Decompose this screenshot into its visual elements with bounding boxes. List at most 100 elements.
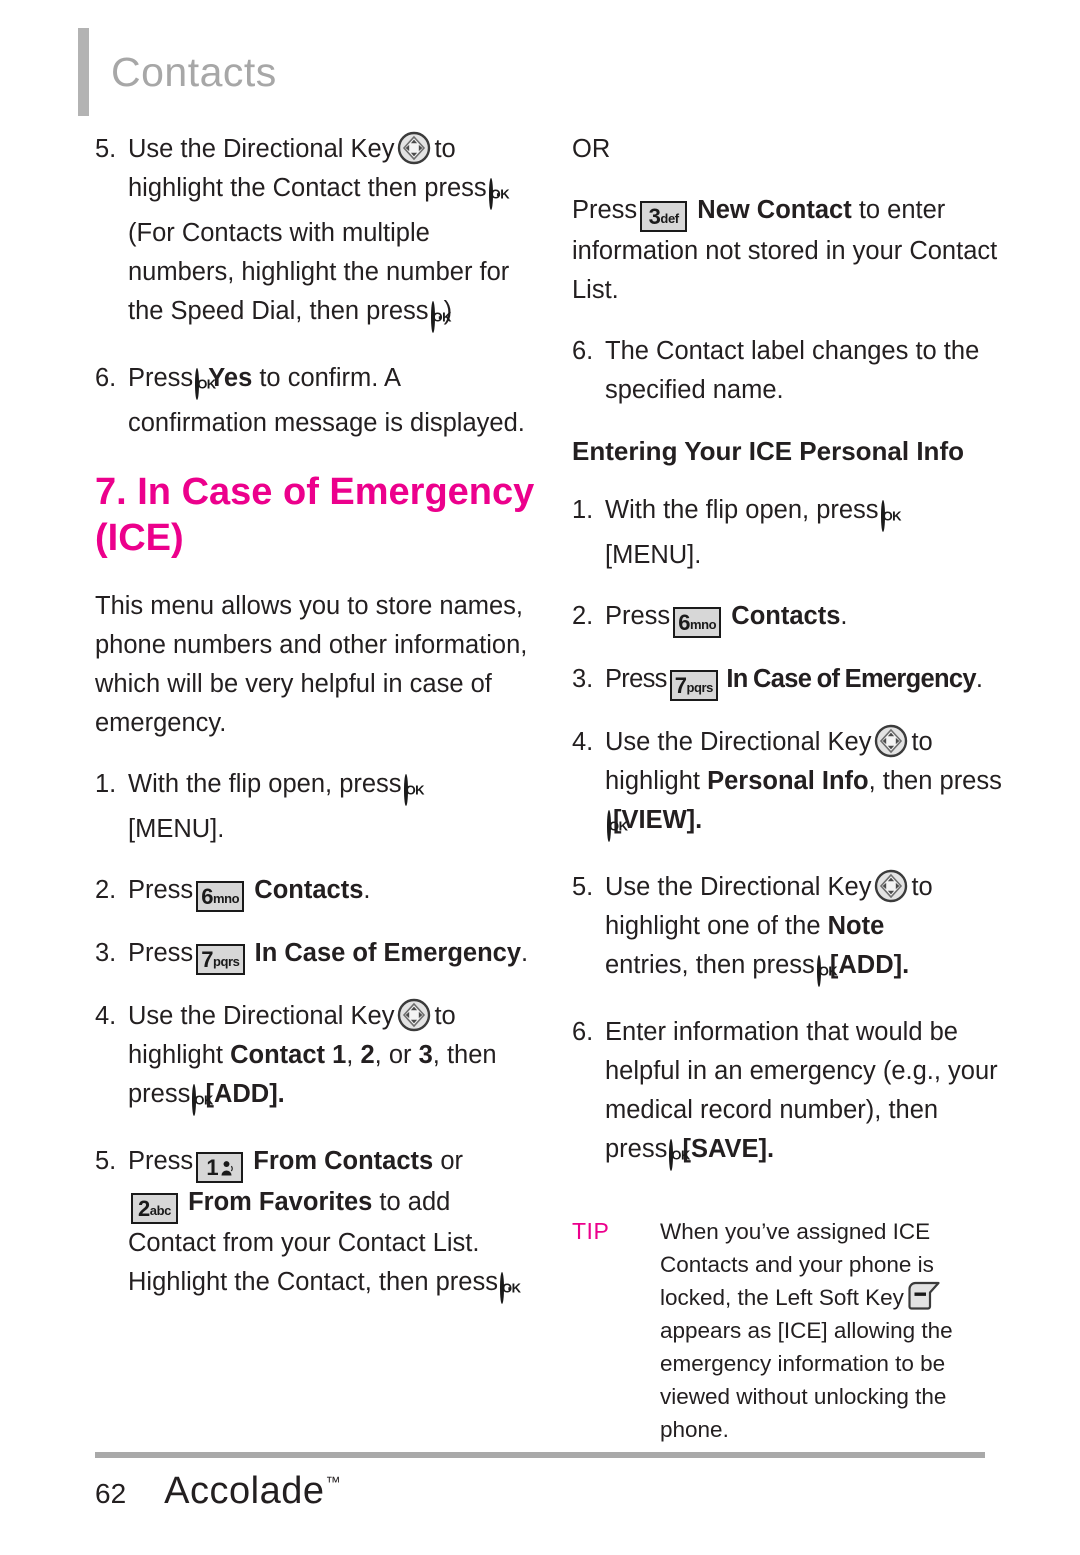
emphasis-text: From Favorites [188, 1188, 373, 1216]
key-letters: pqrs [212, 954, 240, 969]
step-text: Enter information that would be helpful … [605, 1013, 1004, 1175]
list-item: 5. Use the Directional Key to highlight o… [572, 868, 1004, 991]
voicemail-icon [220, 1156, 233, 1182]
step-text-part: entries, then press [605, 951, 815, 979]
step-text-part: With the flip open, press [128, 770, 402, 798]
list-item: 3. Press 7pqrs In Case of Emergency. [572, 660, 1004, 701]
tip-text-part: When you’ve assigned ICE Contacts and yo… [660, 1219, 934, 1310]
or-label: OR [572, 135, 611, 163]
step-text-part: Use the Directional Key [128, 1002, 395, 1030]
list-item: 2. Press 6mno Contacts. [95, 871, 535, 912]
step-text: Press 7pqrs In Case of Emergency. [128, 934, 535, 975]
step-text-part: [MENU]. [605, 541, 702, 569]
key-digit: 3 [648, 204, 661, 229]
step-number: 3. [572, 665, 594, 693]
step-text-part: , then press [868, 767, 1002, 795]
key-digit: 2 [138, 1196, 150, 1221]
step-text-part: Press [572, 196, 638, 224]
page-title: Contacts [111, 48, 277, 95]
step-text-part: Press [128, 364, 194, 392]
list-item: 4. Use the Directional Key to highlight P… [572, 723, 1004, 846]
step-number: 1. [95, 770, 117, 798]
step-text: Press 6mno Contacts. [605, 597, 1004, 638]
step-number: 5. [572, 873, 594, 901]
step-text-part: . [840, 602, 848, 630]
emphasis-text: [ADD]. [829, 951, 910, 979]
key-digit: 6 [678, 610, 690, 635]
tip-text-part: appears as [ICE] allowing the emergency … [660, 1318, 953, 1442]
key-digit: 1 [206, 1155, 219, 1180]
list-item: 6. The Contact label changes to the spec… [572, 332, 1004, 410]
tip-block: TIP When you’ve assigned ICE Contacts an… [572, 1215, 1004, 1446]
keypad-key-7-icon: 7pqrs [196, 944, 245, 975]
list-item: 5. Press 1 From Contacts or 2abc From Favo… [95, 1142, 535, 1308]
step-text-part: . [521, 939, 529, 967]
keypad-key-6-icon: 6mno [673, 607, 722, 638]
step-number: 5. [95, 1147, 117, 1175]
right-column: OR Press 3def New Contact to enter inform… [572, 130, 1004, 1446]
step-number: 5. [95, 135, 117, 163]
ok-key-icon [816, 955, 821, 987]
footer-divider [95, 1452, 985, 1458]
tip-text: When you’ve assigned ICE Contacts and yo… [660, 1215, 1004, 1446]
list-item: 5. Use the Directional Key to highlight t… [95, 130, 535, 337]
step-number: 6. [572, 337, 594, 365]
emphasis-text: In Case of Emergency [254, 939, 522, 967]
keypad-key-2-icon: 2abc [131, 1193, 178, 1224]
emphasis-text: From Contacts [253, 1147, 434, 1175]
step-text-part: , [346, 1041, 354, 1069]
list-item: 1. With the flip open, press [MENU]. [95, 765, 535, 849]
list-item: 6. Press Yes to confirm. A confirmation … [95, 359, 535, 443]
ok-key-icon [607, 810, 611, 842]
page-number: 62 [95, 1478, 127, 1509]
list-item: 1. With the flip open, press [MENU]. [572, 491, 1004, 575]
step-number: 4. [95, 1002, 117, 1030]
step-text: Use the Directional Key to highlight Cont… [128, 997, 535, 1120]
step-text-part: Press [605, 602, 671, 630]
step-text-part: Press [605, 665, 667, 693]
step-text-part: . [975, 665, 983, 693]
header-accent-bar [78, 28, 89, 116]
section-heading: 7. In Case of Emergency (ICE) [95, 471, 535, 559]
trademark-symbol: ™ [325, 1474, 341, 1491]
step-text-part: Use the Directional Key [605, 873, 872, 901]
key-letters: abc [149, 1203, 172, 1218]
key-letters: def [660, 211, 679, 226]
emphasis-text: [SAVE]. [682, 1135, 775, 1163]
step-text: Use the Directional Key to highlight Pers… [605, 723, 1004, 846]
emphasis-text: Contact 1 [230, 1041, 347, 1069]
step-number: 4. [572, 728, 594, 756]
key-letters: mno [212, 891, 240, 906]
key-digit: 7 [201, 947, 213, 972]
step-text-part: With the flip open, press [605, 496, 879, 524]
step-text: Use the Directional Key to highlight one … [605, 868, 1004, 991]
ok-key-icon [403, 774, 408, 806]
directional-key-icon [397, 131, 431, 165]
step-text-part: Press [128, 1147, 194, 1175]
step-text: Press 6mno Contacts. [128, 871, 535, 912]
emphasis-text: Contacts [254, 876, 364, 904]
emphasis-text: Note [827, 912, 885, 940]
ok-key-icon [430, 301, 435, 333]
directional-key-icon [397, 998, 431, 1032]
brand-name: Accolade [164, 1470, 325, 1512]
key-digit: 6 [201, 884, 213, 909]
brand-logo: Accolade™ [164, 1470, 341, 1513]
left-soft-key-icon [907, 1281, 941, 1311]
emphasis-text: Personal Info [707, 767, 869, 795]
tip-label: TIP [572, 1218, 610, 1244]
step-text: With the flip open, press [MENU]. [605, 491, 1004, 575]
step-number: 6. [95, 364, 117, 392]
step-text-part: or [440, 1147, 463, 1175]
keypad-key-6-icon: 6mno [196, 881, 245, 912]
step-text: Press 7pqrs In Case of Emergency. [605, 660, 1004, 701]
step-text-part: , or [374, 1041, 412, 1069]
step-text: Press Yes to confirm. A confirmation mes… [128, 359, 535, 443]
directional-key-icon [874, 724, 908, 758]
step-text-part: Use the Directional Key [605, 728, 872, 756]
list-item: 2. Press 6mno Contacts. [572, 597, 1004, 638]
step-text: Press 1 From Contacts or 2abc From Favorit… [128, 1142, 535, 1308]
list-item: 4. Use the Directional Key to highlight C… [95, 997, 535, 1120]
section-intro-paragraph: This menu allows you to store names, pho… [95, 592, 528, 737]
or-body-paragraph: Press 3def New Contact to enter informati… [572, 191, 1004, 310]
